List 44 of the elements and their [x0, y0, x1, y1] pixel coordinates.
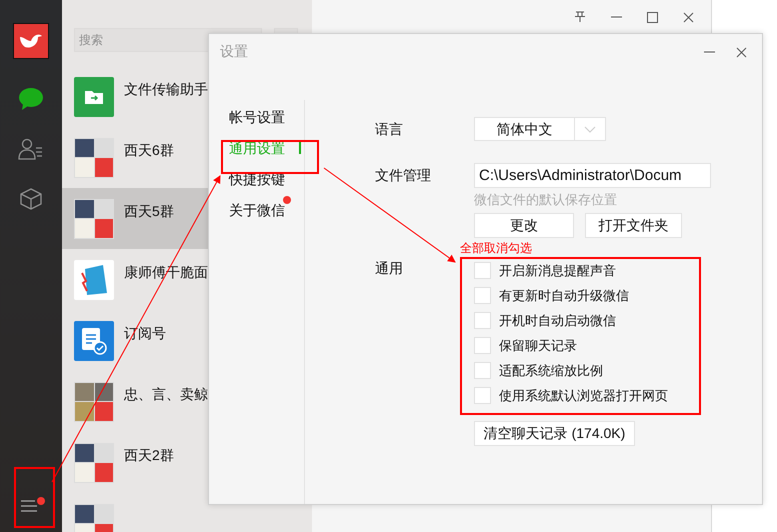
checkbox-option[interactable]: 开机时自动启动微信 [474, 312, 668, 329]
checkbox-option[interactable]: 开启新消息提醒声音 [474, 262, 668, 279]
settings-tab[interactable]: 帐号设置 [229, 104, 304, 135]
chat-name: 西天6群 [124, 142, 174, 160]
checkbox[interactable] [474, 312, 491, 329]
group-avatar [74, 442, 114, 482]
checkbox-option[interactable]: 适配系统缩放比例 [474, 362, 668, 379]
hint-text: 微信文件的默认保存位置 [474, 191, 618, 209]
group-avatar [74, 382, 114, 422]
chat-item[interactable]: 西天2群 [62, 432, 312, 493]
annotation-note: 全部取消勾选 [460, 240, 532, 257]
checkbox-option[interactable]: 使用系统默认浏览器打开网页 [474, 387, 668, 404]
action-button[interactable]: 更改 [474, 213, 574, 238]
group-avatar [74, 198, 114, 238]
chat-item[interactable]: 忠、言、卖鲸 [62, 371, 312, 432]
checkbox[interactable] [474, 262, 491, 279]
cube-icon [19, 187, 43, 211]
highlight-frame [14, 467, 55, 528]
field-label: 文件管理 [375, 166, 432, 185]
action-button[interactable]: 打开文件夹 [585, 213, 682, 238]
contacts-icon [18, 138, 44, 160]
app-logo-icon [13, 23, 49, 59]
chat-name: 文件传输助手 [124, 80, 208, 98]
checkbox[interactable] [474, 387, 491, 404]
checkbox-option[interactable]: 有更新时自动升级微信 [474, 287, 668, 304]
checkbox-option[interactable]: 保留聊天记录 [474, 337, 668, 354]
chat-bubble-icon [18, 87, 44, 111]
settings-tab[interactable]: 关于微信 [229, 197, 304, 228]
checkbox[interactable] [474, 287, 491, 304]
brand-avatar [74, 260, 114, 300]
document-avatar-icon [74, 320, 114, 360]
chat-name: 西天2群 [124, 446, 174, 464]
language-dropdown[interactable]: 简体中文 [474, 117, 606, 141]
field-label: 语言 [375, 120, 404, 139]
checkbox[interactable] [474, 362, 491, 379]
chevron-down-icon [584, 126, 596, 132]
chat-name: 西天5群 [124, 202, 174, 220]
field-label: 通用 [375, 259, 404, 278]
folder-avatar-icon [74, 76, 114, 116]
path-field[interactable]: C:\Users\Administrator\Docum [474, 163, 711, 188]
clear-history-button[interactable]: 清空聊天记录 (174.0K) [474, 421, 635, 446]
group-avatar [74, 138, 114, 178]
checkbox[interactable] [474, 337, 491, 354]
chat-name: 忠、言、卖鲸 [124, 386, 208, 404]
